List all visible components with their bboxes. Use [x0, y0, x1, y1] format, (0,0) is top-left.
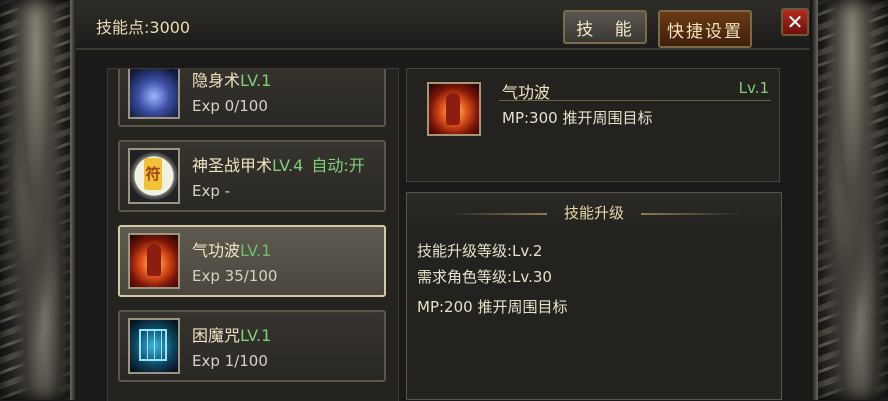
upgrade-skill-level: 技能升级等级:Lv.2: [417, 242, 543, 260]
demon-cage-icon: [128, 318, 180, 374]
right-pillar-edge: [810, 0, 818, 400]
skill-item-qigong-wave[interactable]: 气功波LV.1 Exp 35/100: [118, 225, 386, 297]
skill-item-stealth[interactable]: 隐身术LV.1 Exp 0/100: [118, 69, 386, 127]
upgrade-description: MP:200 推开周围目标: [417, 298, 568, 316]
qigong-wave-fire-icon: [128, 233, 180, 289]
skill-points-label: 技能点:3000: [96, 18, 191, 37]
skill-exp: Exp 0/100: [192, 97, 268, 115]
upgrade-header: 技能升级: [407, 193, 781, 229]
tab-skills[interactable]: 技 能: [563, 10, 647, 44]
skill-level: LV.4: [272, 156, 304, 175]
ornament-line-right: [641, 213, 741, 215]
skill-level: LV.1: [240, 71, 272, 90]
upgrade-required-level: 需求角色等级:Lv.30: [417, 268, 552, 286]
skill-detail-panel: 气功波 Lv.1 MP:300 推开周围目标: [406, 68, 780, 182]
close-button[interactable]: ✕: [781, 8, 809, 36]
skill-name: 困魔咒: [192, 326, 241, 345]
skill-level: LV.1: [240, 241, 272, 260]
detail-skill-description: MP:300 推开周围目标: [502, 109, 653, 127]
skill-name: 气功波: [192, 241, 241, 260]
skill-auto-status: 自动:开: [311, 156, 365, 175]
divider: [499, 100, 771, 101]
tab-shortcut-settings[interactable]: 快捷设置: [658, 10, 752, 48]
left-pillar-edge: [70, 0, 78, 400]
left-ornate-pillar: [0, 0, 72, 400]
holy-armor-talisman-icon: 符: [128, 148, 180, 204]
ornament-line-left: [447, 213, 547, 215]
right-ornate-pillar: [816, 0, 888, 400]
skill-level: LV.1: [240, 326, 272, 345]
skill-item-holy-armor[interactable]: 符 神圣战甲术LV.4 自动:开 Exp -: [118, 140, 386, 212]
skill-name: 隐身术: [192, 71, 241, 90]
qigong-wave-fire-icon: [427, 82, 481, 136]
skill-item-demon-cage[interactable]: 困魔咒LV.1 Exp 1/100: [118, 310, 386, 382]
skill-exp: Exp 35/100: [192, 267, 278, 285]
skill-exp: Exp 1/100: [192, 352, 268, 370]
upgrade-title: 技能升级: [563, 204, 624, 222]
stealth-skill-icon: [128, 69, 180, 119]
skill-name: 神圣战甲术: [192, 156, 273, 175]
skill-list-panel[interactable]: 隐身术LV.1 Exp 0/100 符 神圣战甲术LV.4 自动:开 Exp - …: [107, 68, 399, 401]
detail-skill-level: Lv.1: [738, 79, 769, 97]
skill-exp: Exp -: [192, 182, 231, 200]
skill-upgrade-panel: 技能升级 技能升级等级:Lv.2 需求角色等级:Lv.30 MP:200 推开周…: [406, 192, 782, 400]
